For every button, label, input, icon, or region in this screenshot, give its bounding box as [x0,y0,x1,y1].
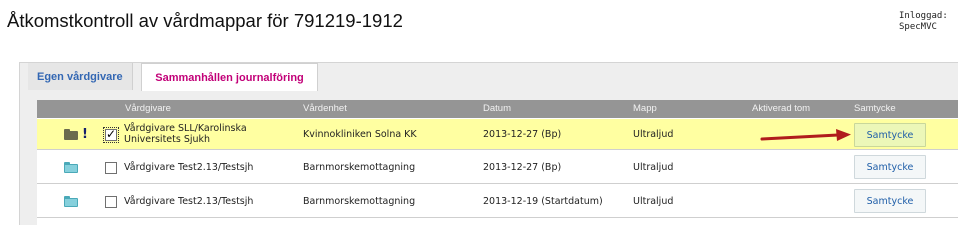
column-header-mapp: Mapp [633,103,657,114]
column-header-samtycke: Samtycke [854,103,896,114]
row-checkbox[interactable] [105,196,117,208]
table-header: Vårdgivare Vårdenhet Datum Mapp Aktivera… [37,100,958,118]
red-arrow-icon [760,129,851,141]
login-info: Inloggad: SpecMVC [899,11,948,33]
checkmark-icon: ✓ [106,127,117,141]
vardgivare-cell: Vårdgivare SLL/Karolinska Universitets S… [124,123,247,145]
column-header-vardgivare: Vårdgivare [125,103,171,114]
column-header-datum: Datum [483,103,511,114]
vardenhet-cell: Barnmorskemottagning [303,161,416,173]
vardgivare-cell: Vårdgivare Test2.13/Testsjh [124,195,254,207]
samtycke-button[interactable]: Samtycke [854,189,926,213]
datum-cell: 2013-12-27 (Bp) [483,128,562,140]
row-checkbox[interactable]: ✓ [103,127,119,143]
vardenhet-cell: Kvinnokliniken Solna KK [303,128,417,140]
folder-teal-icon [64,162,78,173]
vardenhet-cell: Barnmorskemottagning [303,195,416,207]
tab-sammanhallen-journalforing[interactable]: Sammanhållen journalföring [141,63,318,91]
row-checkbox[interactable] [105,162,117,174]
table-row: Vårdgivare Test2.13/Testsjh Barnmorskemo… [37,185,958,218]
datum-cell: 2013-12-27 (Bp) [483,161,562,173]
folder-teal-icon [64,196,78,207]
mapp-cell: Ultraljud [633,161,674,173]
tab-egen-vardgivare[interactable]: Egen vårdgivare [28,63,133,90]
vardgivare-cell: Vårdgivare Test2.13/Testsjh [124,161,254,173]
mapp-cell: Ultraljud [633,128,674,140]
column-header-vardenhet: Vårdenhet [303,103,347,114]
datum-cell: 2013-12-19 (Startdatum) [483,195,603,207]
folder-dark-icon [64,129,78,140]
mapp-cell: Ultraljud [633,195,674,207]
exclamation-icon: ! [82,127,88,142]
samtycke-button[interactable]: Samtycke [854,155,926,179]
login-user: SpecMVC [899,22,937,32]
login-label: Inloggad: [899,11,948,21]
table-row: Vårdgivare Test2.13/Testsjh Barnmorskemo… [37,151,958,184]
folder-access-table: Vårdgivare Vårdenhet Datum Mapp Aktivera… [37,100,958,225]
column-header-aktiverad-tom: Aktiverad tom [752,103,811,114]
samtycke-button[interactable]: Samtycke [854,123,926,147]
page-title: Åtkomstkontroll av vårdmappar för 791219… [7,10,403,31]
